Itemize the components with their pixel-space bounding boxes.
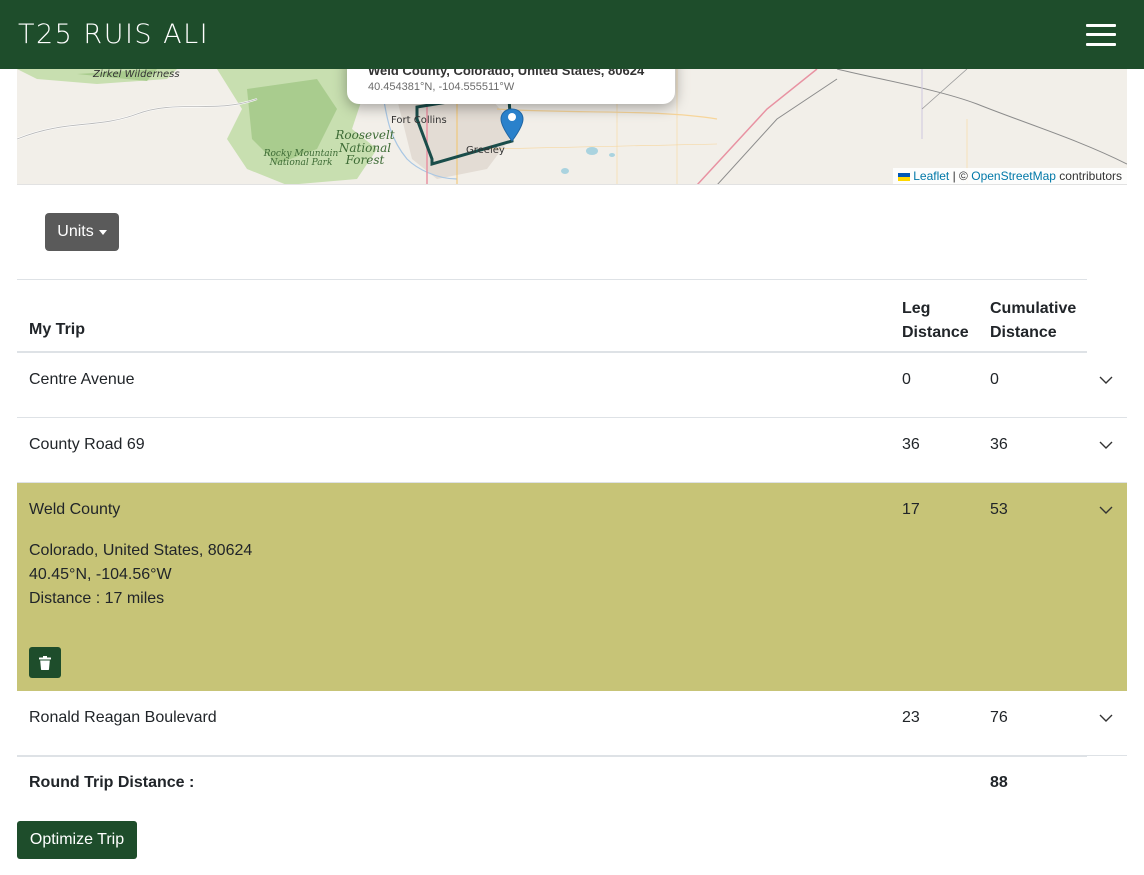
map-label-roosevelt: Roosevelt National Forest: [335, 128, 395, 168]
place-details: Colorado, United States, 80624 40.45°N, …: [29, 539, 252, 611]
cumulative-distance: 0: [990, 371, 999, 388]
place-name: Centre Avenue: [29, 371, 135, 388]
map-label-greeley: Greeley: [466, 145, 505, 156]
table-header: My Trip Leg Distance Cumulative Distance: [17, 279, 1087, 353]
trip-map[interactable]: Weld County, Colorado, United States, 80…: [17, 69, 1127, 185]
place-address: Colorado, United States, 80624: [29, 542, 253, 559]
ukraine-flag-icon: [898, 172, 911, 181]
place-name: Ronald Reagan Boulevard: [29, 709, 217, 726]
leaflet-link[interactable]: Leaflet: [913, 169, 949, 183]
total-label: Round Trip Distance :: [29, 774, 195, 791]
popup-coords: 40.454381°N, -104.555511°W: [368, 81, 515, 93]
cumulative-distance: 36: [990, 436, 1008, 453]
chevron-down-icon[interactable]: [1099, 373, 1113, 387]
leg-distance: 23: [902, 709, 920, 726]
total-value: 88: [990, 774, 1008, 791]
app-title[interactable]: T25 RUIS ALI: [18, 19, 209, 50]
optimize-trip-button[interactable]: Optimize Trip: [17, 821, 137, 859]
table-row[interactable]: Centre Avenue 0 0: [17, 353, 1127, 418]
map-label-rocky-mountain: Rocky Mountain National Park: [263, 149, 339, 169]
map-label-fort-collins: Fort Collins: [391, 115, 447, 126]
leg-distance: 0: [902, 371, 911, 388]
attribution-suffix: contributors: [1059, 169, 1122, 183]
chevron-down-icon[interactable]: [1099, 503, 1113, 517]
map-popup[interactable]: Weld County, Colorado, United States, 80…: [347, 69, 675, 104]
chevron-down-icon[interactable]: [1099, 711, 1113, 725]
trash-icon: [39, 655, 51, 670]
navbar: T25 RUIS ALI: [0, 0, 1144, 69]
cumulative-distance: 53: [990, 501, 1008, 518]
caret-down-icon: [98, 229, 107, 235]
place-name: Weld County: [29, 501, 121, 518]
map-marker-icon[interactable]: [499, 107, 529, 145]
osm-link[interactable]: OpenStreetMap: [971, 169, 1056, 183]
popup-title: Weld County, Colorado, United States, 80…: [368, 69, 645, 78]
units-button-label: Units: [57, 223, 94, 240]
cumulative-distance: 76: [990, 709, 1008, 726]
place-coords: 40.45°N, -104.56°W: [29, 566, 172, 583]
leg-distance: 36: [902, 436, 920, 453]
hamburger-menu-icon[interactable]: [1086, 23, 1116, 46]
table-row-expanded[interactable]: Weld County 17 53 Colorado, United State…: [17, 483, 1127, 691]
table-row[interactable]: County Road 69 36 36: [17, 418, 1127, 483]
round-trip-total: Round Trip Distance : 88: [17, 756, 1087, 810]
attribution-separator: | ©: [952, 169, 968, 183]
delete-place-button[interactable]: [29, 647, 61, 678]
map-label-zirkel: Zirkel Wilderness: [93, 69, 180, 80]
place-distance: Distance : 17 miles: [29, 590, 165, 607]
header-my-trip: My Trip: [29, 321, 86, 338]
trip-table: My Trip Leg Distance Cumulative Distance…: [17, 279, 1127, 810]
header-leg-distance: Leg Distance: [902, 300, 969, 341]
table-row[interactable]: Ronald Reagan Boulevard 23 76: [17, 691, 1127, 756]
header-cumulative-distance: Cumulative Distance: [990, 300, 1077, 341]
map-attribution: Leaflet | © OpenStreetMap contributors: [893, 168, 1127, 184]
chevron-down-icon[interactable]: [1099, 438, 1113, 452]
units-dropdown-button[interactable]: Units: [45, 213, 119, 251]
place-name: County Road 69: [29, 436, 145, 453]
leg-distance: 17: [902, 501, 920, 518]
